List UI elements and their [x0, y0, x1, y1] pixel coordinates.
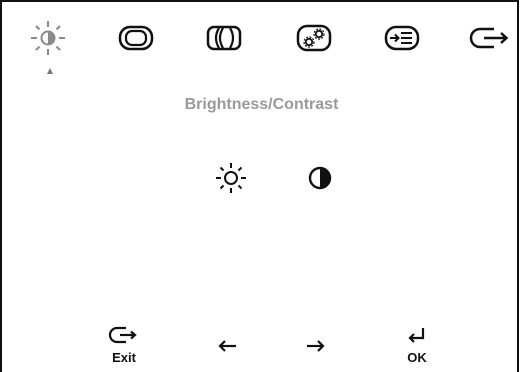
exit-icon: [469, 27, 509, 49]
ok-label: OK: [407, 350, 427, 365]
osd-tab-bar: [0, 0, 523, 74]
option-contrast[interactable]: [302, 160, 338, 196]
tab-image-position[interactable]: [204, 18, 248, 62]
position-icon: [206, 25, 242, 51]
exit-label: Exit: [112, 350, 136, 365]
right-arrow-button[interactable]: [303, 338, 327, 359]
input-icon: [384, 25, 420, 51]
selected-tab-indicator: [47, 68, 53, 74]
tab-brightness[interactable]: [28, 18, 72, 62]
option-brightness[interactable]: [213, 160, 249, 196]
screen-icon: [118, 25, 154, 51]
ok-button[interactable]: OK: [400, 325, 434, 365]
tab-exit[interactable]: [468, 18, 512, 62]
arrow-left-icon: [218, 340, 236, 352]
contrast-icon: [308, 166, 332, 190]
settings-icon: [296, 24, 332, 52]
left-arrow-button[interactable]: [216, 338, 240, 359]
enter-icon: [408, 328, 425, 343]
tab-options[interactable]: [294, 18, 338, 62]
arrow-right-icon: [307, 340, 325, 352]
tab-input-signal[interactable]: [382, 18, 426, 62]
page-title: Brightness/Contrast: [184, 96, 339, 113]
exit-small-icon: [108, 326, 137, 344]
sun-icon: [216, 163, 246, 193]
exit-button[interactable]: Exit: [104, 325, 144, 365]
tab-image-properties[interactable]: [116, 18, 160, 62]
brightness-icon: [31, 21, 65, 55]
